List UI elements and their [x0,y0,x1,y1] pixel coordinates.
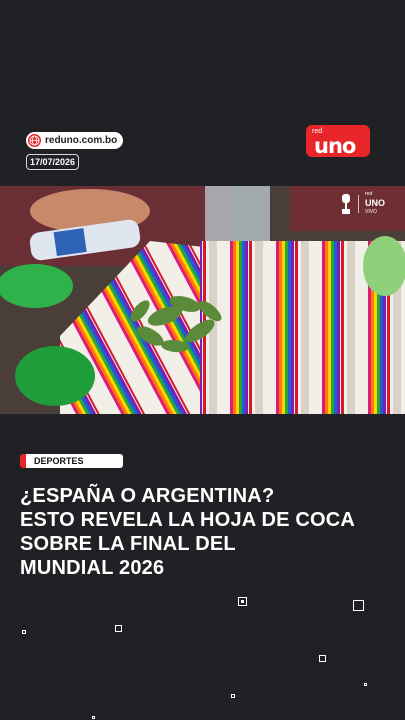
coca-leaves-photo-illustration [0,186,405,414]
source-pill[interactable]: reduno.com.bo [26,132,124,149]
trophy-icon [342,193,350,214]
deco-square [319,655,326,662]
deco-square [353,600,364,611]
headline-line-1: ¿ESPAÑA O ARGENTINA? [20,485,275,507]
brand-logo: red uno [306,125,370,158]
headline: ¿ESPAÑA O ARGENTINA? ESTO REVELA LA HOJA… [20,484,390,580]
brand-logo-main: uno [314,134,356,158]
headline-line-2: ESTO REVELA LA HOJA DE COCA [20,509,356,531]
deco-square [238,597,247,606]
category-tag[interactable]: DEPORTES [20,454,123,468]
globe-icon [28,134,41,147]
deco-square [231,694,235,698]
overlay-brand: red UNO VIVO [365,190,385,217]
publish-date: 17/07/2026 [26,154,80,170]
overlay-brand-sub: VIVO [365,209,377,215]
headline-line-3: SOBRE LA FINAL DEL [20,533,236,555]
photo-overlay-logo: red UNO VIVO [340,190,385,217]
headline-line-4: MUNDIAL 2026 [20,557,165,579]
deco-square [22,630,26,634]
source-url: reduno.com.bo [45,135,118,146]
deco-square [364,683,367,686]
overlay-separator [358,194,359,213]
overlay-brand-main: UNO [365,198,385,208]
deco-square [115,625,122,632]
news-photo: red UNO VIVO [0,186,405,414]
deco-square [92,716,95,719]
